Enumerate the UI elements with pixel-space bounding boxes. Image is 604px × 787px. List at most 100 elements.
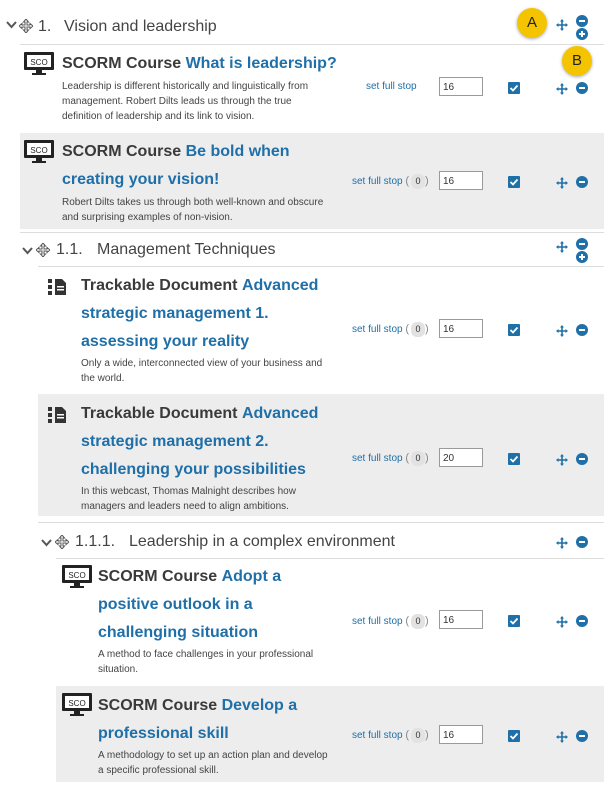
minus-circle-icon[interactable] [576, 176, 588, 188]
item-title-link[interactable]: Advanced [242, 405, 318, 422]
section-title: Management Techniques [97, 241, 276, 258]
move-arrows-icon[interactable] [54, 534, 70, 554]
minus-circle-icon[interactable] [576, 453, 588, 465]
minus-circle-icon[interactable] [576, 15, 588, 27]
divider [20, 232, 604, 233]
checkbox-checked-icon[interactable] [508, 82, 520, 94]
plus-icon[interactable] [556, 324, 568, 337]
item-title-link[interactable]: professional skill [98, 725, 229, 742]
item-title-link[interactable]: strategic management 1. [81, 305, 269, 322]
item-description: Robert Dilts takes us through both well-… [62, 195, 323, 225]
svg-text:SCO: SCO [68, 699, 85, 708]
item-title-link[interactable]: strategic management 2. [81, 433, 269, 450]
item-type: SCORM Course [98, 568, 218, 585]
section-number: 1. [38, 18, 52, 35]
order-input[interactable]: 16 [439, 77, 483, 96]
divider [38, 522, 604, 523]
plus-icon[interactable] [556, 453, 568, 466]
trackable-document-icon [48, 278, 68, 301]
item-title-link[interactable]: What is leadership? [186, 55, 337, 72]
plus-circle-icon[interactable] [576, 28, 588, 40]
list-item: SCO SCORM Course Be bold when creating y… [20, 133, 604, 229]
callout-a: A [517, 8, 547, 38]
order-input[interactable]: 16 [439, 171, 483, 190]
list-item: Trackable Document Advanced strategic ma… [38, 266, 604, 390]
set-full-stop-label: set full stop [352, 616, 403, 627]
order-input[interactable]: 16 [439, 610, 483, 629]
item-type: Trackable Document [81, 277, 238, 294]
zero-badge: 0 [411, 322, 426, 337]
description-line: A method to face challenges in your prof… [98, 649, 314, 660]
sco-monitor-icon: SCO [62, 693, 92, 722]
plus-icon[interactable] [556, 82, 568, 95]
order-input[interactable]: 20 [439, 448, 483, 467]
checkbox-checked-icon[interactable] [508, 730, 520, 742]
minus-circle-icon[interactable] [576, 238, 588, 250]
set-full-stop-label: set full stop [352, 324, 403, 335]
description-line: the world. [81, 373, 125, 384]
item-description: Only a wide, interconnected view of your… [81, 356, 322, 386]
checkbox-checked-icon[interactable] [508, 176, 520, 188]
set-full-stop-link[interactable]: set full stop (0) [352, 728, 429, 743]
minus-circle-icon[interactable] [576, 615, 588, 627]
item-title-link[interactable]: Adopt a [222, 568, 282, 585]
description-line: Robert Dilts takes us through both well-… [62, 197, 324, 208]
checkbox-checked-icon[interactable] [508, 615, 520, 627]
item-headline: SCORM Course What is leadership? [62, 50, 337, 78]
order-input[interactable]: 16 [439, 725, 483, 744]
minus-circle-icon[interactable] [576, 82, 588, 94]
move-arrows-icon[interactable] [18, 18, 34, 38]
section-number: 1.1.1. [75, 533, 116, 550]
sco-monitor-icon: SCO [24, 52, 54, 81]
chevron-down-icon[interactable] [41, 538, 52, 550]
item-title-link[interactable]: Advanced [242, 277, 318, 294]
item-headline: Trackable Document Advanced strategic ma… [81, 272, 318, 356]
section-title: Vision and leadership [64, 18, 217, 35]
plus-icon[interactable] [556, 240, 568, 253]
set-full-stop-label: set full stop [352, 453, 403, 464]
plus-icon[interactable] [556, 18, 568, 31]
description-line: and surprising examples of non-vision. [62, 212, 233, 223]
item-title-link[interactable]: challenging situation [98, 624, 258, 641]
plus-icon[interactable] [556, 536, 568, 549]
minus-circle-icon[interactable] [576, 324, 588, 336]
plus-icon[interactable] [556, 615, 568, 628]
list-item: SCO SCORM Course What is leadership? Lea… [20, 44, 604, 131]
move-arrows-icon[interactable] [35, 242, 51, 262]
description-line: managers and leaders need to align ambit… [81, 501, 289, 512]
set-full-stop-link[interactable]: set full stop (0) [352, 322, 429, 337]
description-line: In this webcast, Thomas Malnight describ… [81, 486, 296, 497]
chevron-down-icon[interactable] [6, 20, 17, 32]
description-line: Leadership is different historically and… [62, 81, 309, 92]
checkbox-checked-icon[interactable] [508, 324, 520, 336]
zero-badge: 0 [411, 174, 426, 189]
sco-monitor-icon: SCO [62, 565, 92, 594]
description-line: situation. [98, 664, 139, 675]
item-title-link[interactable]: assessing your reality [81, 333, 249, 350]
item-title-link[interactable]: positive outlook in a [98, 596, 253, 613]
description-line: definition of leadership and its link to… [62, 111, 255, 122]
chevron-down-icon[interactable] [22, 246, 33, 258]
set-full-stop-link[interactable]: set full stop (0) [352, 614, 429, 629]
description-line: a specific professional skill. [98, 765, 219, 776]
plus-icon[interactable] [556, 730, 568, 743]
item-title-link[interactable]: Develop a [222, 697, 298, 714]
checkbox-checked-icon[interactable] [508, 453, 520, 465]
plus-circle-icon[interactable] [576, 251, 588, 263]
sco-monitor-icon: SCO [24, 140, 54, 169]
item-title-link[interactable]: Be bold when [186, 143, 290, 160]
item-title-link[interactable]: creating your vision! [62, 171, 219, 188]
item-type: SCORM Course [98, 697, 218, 714]
minus-circle-icon[interactable] [576, 730, 588, 742]
plus-icon[interactable] [556, 176, 568, 189]
item-description: A methodology to set up an action plan a… [98, 748, 328, 778]
zero-badge: 0 [411, 451, 426, 466]
list-item: SCO SCORM Course Develop a professional … [56, 686, 604, 782]
order-input[interactable]: 16 [439, 319, 483, 338]
description-line: Only a wide, interconnected view of your… [81, 358, 323, 369]
set-full-stop-link[interactable]: set full stop (0) [352, 451, 429, 466]
set-full-stop-link[interactable]: set full stop (0) [352, 174, 429, 189]
minus-circle-icon[interactable] [576, 536, 588, 548]
item-title-link[interactable]: challenging your possibilities [81, 461, 306, 478]
set-full-stop-link[interactable]: set full stop [366, 81, 417, 92]
